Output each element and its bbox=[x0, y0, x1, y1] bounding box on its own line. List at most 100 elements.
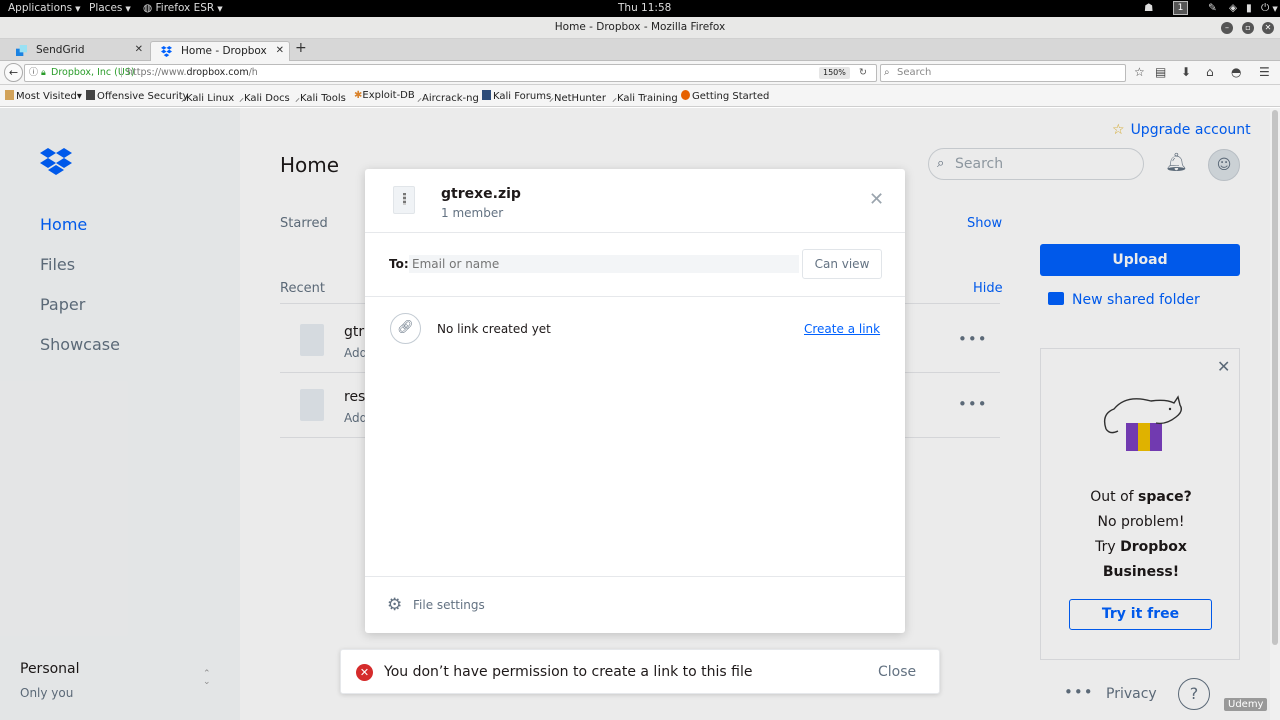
window-titlebar: Home - Dropbox - Mozilla Firefox – ▫ ✕ bbox=[0, 17, 1280, 39]
url-suffix: /h bbox=[248, 67, 258, 78]
zoom-indicator[interactable]: 150% bbox=[819, 67, 850, 79]
window-title: Home - Dropbox - Mozilla Firefox bbox=[554, 21, 726, 33]
tab-label: Home - Dropbox bbox=[181, 45, 267, 57]
applications-label: Applications bbox=[8, 2, 73, 14]
tab-home-dropbox[interactable]: Home - Dropbox ✕ bbox=[150, 41, 290, 61]
bookmark-getting-started[interactable]: Getting Started bbox=[681, 90, 769, 102]
tab-label: SendGrid bbox=[36, 44, 85, 56]
share-modal: gtrexe.zip 1 member ✕ To: Can view 🔗︎ No… bbox=[365, 169, 905, 633]
browser-search-input[interactable]: ⌕ Search bbox=[880, 64, 1126, 82]
divider bbox=[365, 296, 905, 297]
caret-down-icon: ▼ bbox=[217, 5, 223, 13]
bookmark-most-visited[interactable]: Most Visited▾ bbox=[5, 90, 82, 102]
zip-file-icon bbox=[393, 186, 415, 214]
url-text[interactable]: https://www.dropbox.com/h bbox=[127, 65, 258, 81]
minimize-button[interactable]: – bbox=[1221, 22, 1233, 34]
error-icon: ✕ bbox=[356, 664, 373, 681]
window-overview-icon[interactable]: ☗ bbox=[1144, 2, 1153, 14]
url-prefix: https://www. bbox=[127, 67, 187, 78]
no-link-status: No link created yet bbox=[437, 322, 551, 336]
modal-file-name: gtrexe.zip bbox=[441, 186, 521, 202]
link-icon: 🔗︎ bbox=[390, 313, 421, 344]
modal-member-count: 1 member bbox=[441, 206, 504, 220]
bookmark-kali-training[interactable]: ⸝Kali Training bbox=[612, 90, 678, 104]
create-link-button[interactable]: Create a link bbox=[804, 322, 880, 336]
battery-icon[interactable]: ▮ bbox=[1246, 2, 1252, 14]
close-window-button[interactable]: ✕ bbox=[1262, 22, 1274, 34]
email-or-name-input[interactable] bbox=[409, 255, 799, 273]
error-message: You don’t have permission to create a li… bbox=[384, 664, 753, 680]
bookmark-aircrack[interactable]: ⸝Aircrack-ng bbox=[417, 90, 479, 104]
divider bbox=[365, 576, 905, 577]
new-tab-icon[interactable]: + bbox=[295, 40, 307, 56]
kali-forums-icon bbox=[482, 90, 491, 100]
home-icon[interactable]: ⌂ bbox=[1206, 65, 1214, 79]
bookmarks-toolbar: Most Visited▾ Offensive Security ⸝Kali L… bbox=[0, 85, 1280, 107]
bookmark-label: Kali Linux bbox=[186, 93, 235, 104]
hamburger-menu-icon[interactable]: ☰ bbox=[1259, 65, 1270, 79]
power-menu-icon[interactable]: ⏻ ▼ bbox=[1261, 2, 1278, 15]
back-button[interactable]: ← bbox=[4, 63, 23, 82]
offsec-icon bbox=[86, 90, 95, 100]
bookmark-nethunter[interactable]: ⸝NetHunter bbox=[549, 90, 606, 104]
bookmark-exploit-db[interactable]: ✱Exploit-DB bbox=[354, 90, 415, 101]
error-snackbar: ✕ You don’t have permission to create a … bbox=[340, 649, 940, 694]
bookmark-label: NetHunter bbox=[554, 93, 606, 104]
page-scrollbar[interactable] bbox=[1270, 108, 1280, 720]
places-menu[interactable]: Places ▼ bbox=[89, 2, 131, 14]
permission-dropdown[interactable]: Can view bbox=[802, 249, 882, 279]
bookmark-label: Kali Tools bbox=[300, 93, 346, 104]
file-settings-link[interactable]: File settings bbox=[413, 598, 485, 612]
info-icon[interactable]: ⓘ bbox=[29, 65, 38, 81]
close-snackbar-button[interactable]: Close bbox=[878, 664, 916, 680]
close-tab-icon[interactable]: ✕ bbox=[276, 45, 284, 56]
bookmark-label: Kali Training bbox=[617, 93, 678, 104]
firefox-icon: ◍ bbox=[143, 2, 153, 14]
close-tab-icon[interactable]: ✕ bbox=[135, 44, 143, 55]
bookmark-star-icon[interactable]: ☆ bbox=[1134, 65, 1145, 79]
close-icon[interactable]: ✕ bbox=[869, 189, 884, 210]
bookmark-kali-forums[interactable]: Kali Forums bbox=[482, 90, 551, 102]
reload-icon[interactable]: ↻ bbox=[859, 65, 867, 81]
firefox-app-label: Firefox ESR bbox=[155, 2, 215, 14]
to-label: To: bbox=[389, 257, 409, 271]
places-label: Places bbox=[89, 2, 123, 14]
reading-list-icon[interactable]: ▤ bbox=[1155, 65, 1166, 79]
sendgrid-favicon-icon bbox=[16, 45, 27, 56]
search-placeholder: Search bbox=[897, 67, 932, 78]
pen-icon[interactable]: ✎ bbox=[1208, 2, 1217, 14]
bookmark-label: Aircrack-ng bbox=[422, 93, 479, 104]
divider bbox=[365, 232, 905, 233]
bookmark-kali-docs[interactable]: ⸝Kali Docs bbox=[239, 90, 290, 104]
url-bar[interactable]: ⓘ 🔒︎ Dropbox, Inc (US) | https://www.dro… bbox=[24, 64, 877, 82]
gear-icon[interactable]: ⚙ bbox=[387, 595, 402, 615]
bookmark-label: Most Visited bbox=[16, 91, 77, 102]
bookmark-label: Exploit-DB bbox=[362, 90, 415, 101]
scrollbar-thumb[interactable] bbox=[1272, 110, 1278, 645]
bookmark-kali-linux[interactable]: ⸝Kali Linux bbox=[181, 90, 234, 104]
url-domain: dropbox.com bbox=[186, 67, 249, 78]
bookmark-label: Kali Forums bbox=[493, 91, 552, 102]
firefox-app-menu[interactable]: ◍ Firefox ESR ▼ bbox=[143, 2, 223, 14]
bookmark-kali-tools[interactable]: ⸝Kali Tools bbox=[295, 90, 346, 104]
maximize-button[interactable]: ▫ bbox=[1242, 22, 1254, 34]
applications-menu[interactable]: Applications ▼ bbox=[8, 2, 81, 14]
dropbox-page: Home Files Paper Showcase Personal Only … bbox=[0, 108, 1270, 720]
tab-strip: SendGrid ✕ Home - Dropbox ✕ + bbox=[0, 39, 1280, 61]
caret-down-icon: ▼ bbox=[125, 5, 131, 13]
udemy-watermark: Udemy bbox=[1224, 698, 1268, 711]
bookmark-offensive-security[interactable]: Offensive Security bbox=[86, 90, 189, 102]
workspace-indicator[interactable]: 1 bbox=[1173, 1, 1188, 15]
tab-sendgrid[interactable]: SendGrid ✕ bbox=[6, 41, 148, 61]
caret-down-icon: ▼ bbox=[75, 5, 81, 13]
network-icon[interactable]: ◈ bbox=[1229, 2, 1237, 14]
bookmark-label: Offensive Security bbox=[97, 91, 189, 102]
pocket-icon[interactable]: ◓ bbox=[1231, 65, 1241, 79]
url-separator: | bbox=[120, 67, 124, 78]
clock[interactable]: Thu 11:58 bbox=[618, 2, 671, 14]
bookmark-label: Kali Docs bbox=[244, 93, 290, 104]
search-icon: ⌕ bbox=[884, 67, 890, 78]
lock-icon[interactable]: 🔒︎ bbox=[41, 65, 46, 81]
folder-icon bbox=[5, 90, 14, 100]
download-icon[interactable]: ⬇ bbox=[1181, 65, 1191, 79]
